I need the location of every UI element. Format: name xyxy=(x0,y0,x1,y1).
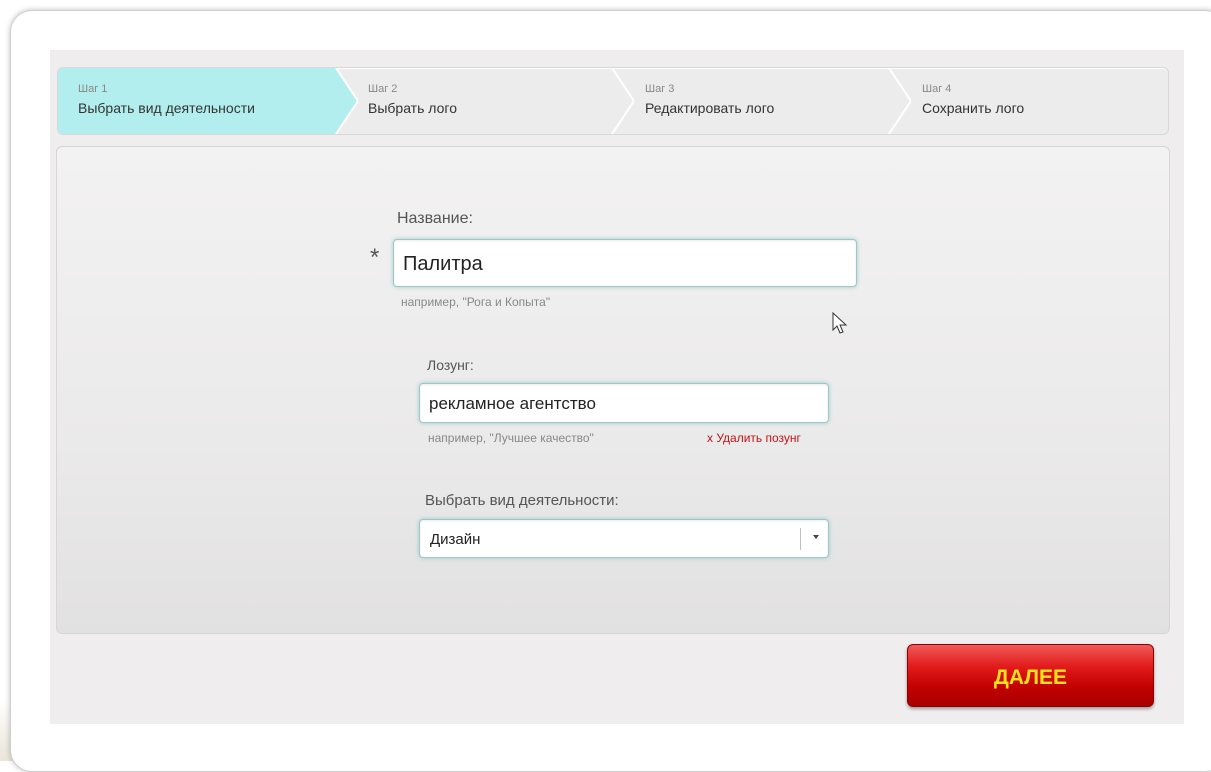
step-3[interactable]: Шаг 3 Редактировать лого xyxy=(611,68,911,134)
step-1-label: Выбрать вид деятельности xyxy=(78,100,255,116)
step-1[interactable]: Шаг 1 Выбрать вид деятельности xyxy=(58,68,358,134)
activity-selected-value: Дизайн xyxy=(430,531,481,548)
next-button[interactable]: ДАЛЕЕ xyxy=(907,644,1154,707)
step-3-label: Редактировать лого xyxy=(645,100,775,116)
step-1-number: Шаг 1 xyxy=(78,83,108,95)
slogan-hint: например, "Лучшее качество" xyxy=(428,431,594,445)
activity-select[interactable]: Дизайн xyxy=(419,519,829,558)
slogan-label: Лозунг: xyxy=(427,357,474,373)
step-4[interactable]: Шаг 4 Сохранить лого xyxy=(888,68,1168,134)
chevron-down-icon[interactable] xyxy=(813,535,819,539)
select-divider xyxy=(800,528,801,550)
step-3-number: Шаг 3 xyxy=(645,83,675,95)
step-2-number: Шаг 2 xyxy=(368,83,398,95)
name-input[interactable]: Палитра xyxy=(393,239,857,287)
delete-slogan-link[interactable]: x Удалить позунг xyxy=(707,431,801,445)
step-4-label: Сохранить лого xyxy=(922,100,1025,116)
slogan-input[interactable]: рекламное агентство xyxy=(419,383,829,423)
step-2-label: Выбрать лого xyxy=(368,100,457,116)
name-hint: например, "Рога и Копыта" xyxy=(401,295,551,309)
required-mark: * xyxy=(370,244,380,271)
step-4-number: Шаг 4 xyxy=(922,83,952,95)
mouse-cursor-icon xyxy=(832,312,848,334)
steps-bar: Шаг 1 Выбрать вид деятельности Шаг 2 Выб… xyxy=(57,67,1169,135)
step-2[interactable]: Шаг 2 Выбрать лого xyxy=(334,68,634,134)
activity-label: Выбрать вид деятельности: xyxy=(425,492,619,509)
name-label: Название: xyxy=(397,210,473,227)
